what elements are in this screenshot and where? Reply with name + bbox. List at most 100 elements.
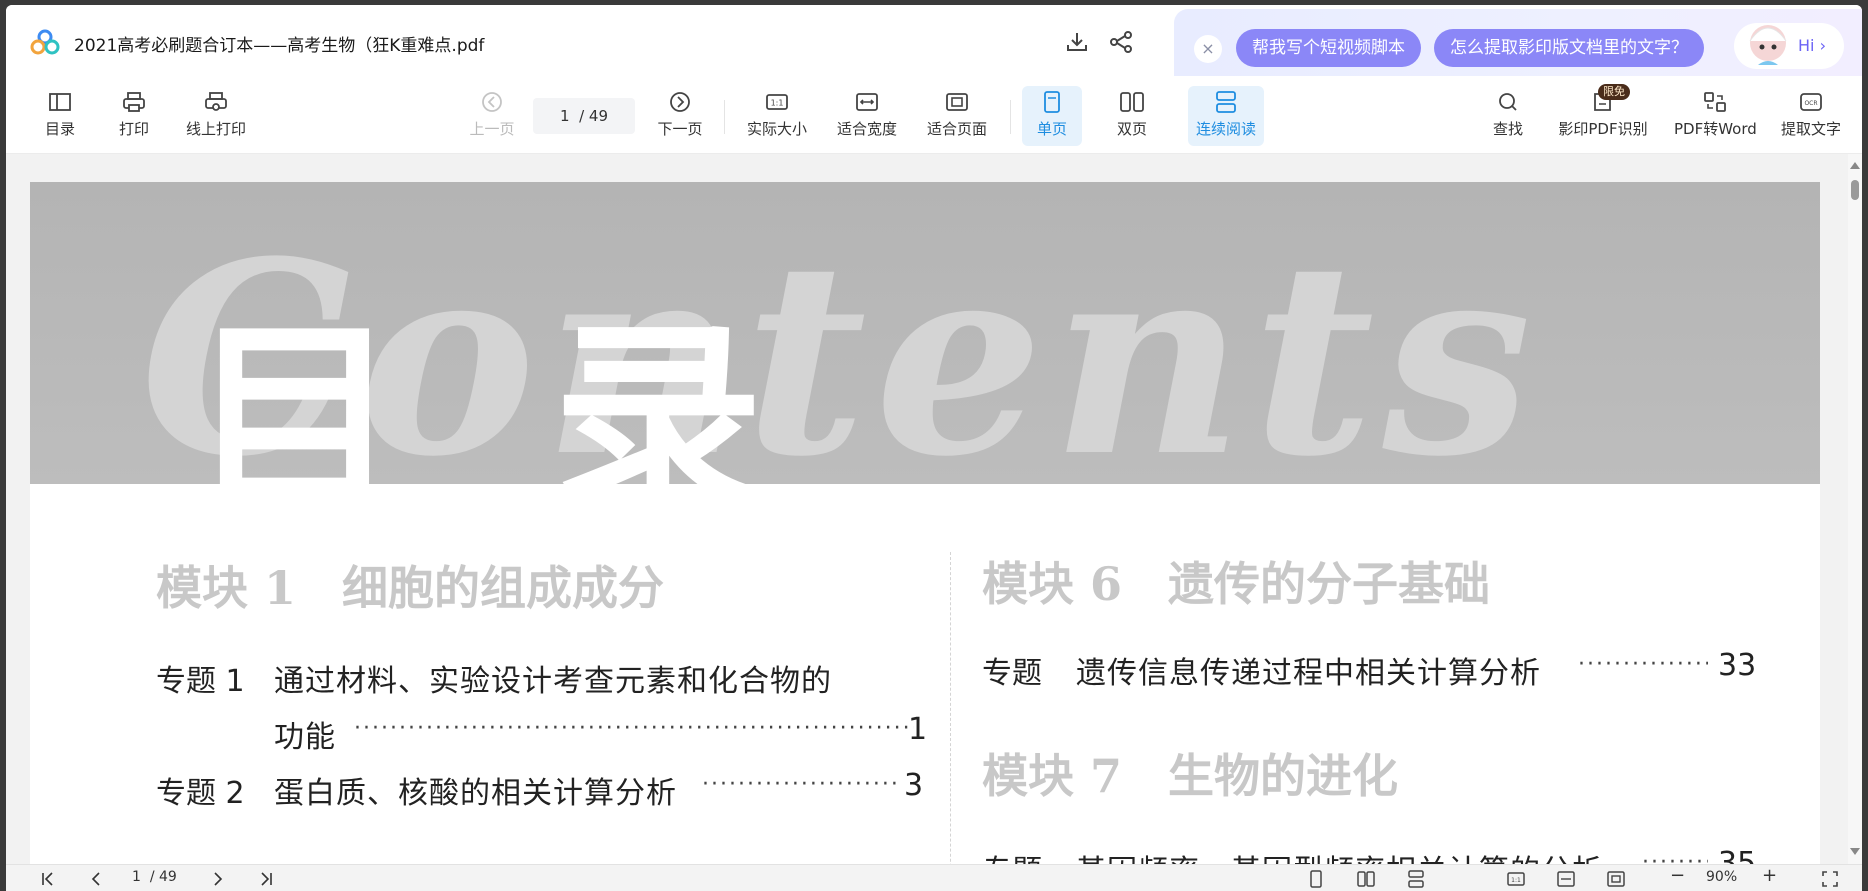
fit-page-button[interactable]: 适合页面 bbox=[922, 86, 992, 146]
extract-text-label: 提取文字 bbox=[1780, 120, 1841, 138]
zoom-out-button[interactable]: − bbox=[1670, 865, 1685, 886]
continuous-label: 连续阅读 bbox=[1195, 120, 1256, 138]
topic-page-number: 3 bbox=[904, 768, 924, 803]
prev-page-label: 上一页 bbox=[469, 120, 515, 138]
single-page-small-icon[interactable] bbox=[1306, 869, 1326, 889]
actual-size-icon: 1:1 bbox=[766, 94, 788, 110]
scroll-down-arrow[interactable] bbox=[1850, 848, 1860, 855]
ai-suggestion-chip[interactable]: 怎么提取影印版文档里的文字？ bbox=[1434, 29, 1704, 67]
last-page-icon[interactable] bbox=[256, 869, 276, 889]
topic-page-number: 35 bbox=[1718, 846, 1757, 864]
zoom-level[interactable]: 90% bbox=[1706, 869, 1737, 885]
pdf-word-icon bbox=[1704, 92, 1726, 112]
module-heading: 模块 7 生物的进化 bbox=[982, 749, 1399, 803]
svg-text:1:1: 1:1 bbox=[771, 99, 784, 108]
fit-width-button[interactable]: 适合宽度 bbox=[832, 86, 902, 146]
next-page-label: 下一页 bbox=[657, 120, 703, 138]
actual-size-button[interactable]: 1:1 实际大小 bbox=[742, 86, 812, 146]
ai-suggestion-chip[interactable]: 帮我写个短视频脚本 bbox=[1236, 29, 1421, 67]
free-badge: 限免 bbox=[1598, 84, 1630, 100]
double-page-button[interactable]: 双页 bbox=[1102, 86, 1162, 146]
topic-text-continued: 功能 bbox=[274, 720, 336, 755]
print-label: 打印 bbox=[118, 120, 149, 138]
fit-page-icon bbox=[946, 93, 968, 111]
app-logo-icon bbox=[30, 29, 60, 55]
prev-page-small-icon[interactable] bbox=[86, 869, 106, 889]
single-page-button[interactable]: 单页 bbox=[1022, 86, 1082, 146]
topic-label: 专题 bbox=[982, 656, 1042, 691]
fullscreen-icon[interactable] bbox=[1820, 869, 1840, 889]
vertical-scrollbar[interactable] bbox=[1848, 154, 1862, 864]
ai-hi-label: Hi bbox=[1798, 36, 1815, 55]
double-page-label: 双页 bbox=[1116, 120, 1147, 138]
print-button[interactable]: 打印 bbox=[114, 86, 154, 146]
document-viewport[interactable]: Contents 目 录 模块 1 细胞的组成成分 专题 1 通过材料、实验设计… bbox=[6, 154, 1848, 864]
pdf-viewer-window: 2021高考必刷题合订本——高考生物（狂K重难点.pdf × 帮我写个短视频脚本… bbox=[6, 5, 1862, 891]
double-page-small-icon[interactable] bbox=[1356, 869, 1376, 889]
fit-width-small-icon[interactable] bbox=[1556, 869, 1576, 889]
pdf-page: Contents 目 录 模块 1 细胞的组成成分 专题 1 通过材料、实验设计… bbox=[30, 182, 1820, 864]
leader-dots: ·································· bbox=[702, 772, 902, 797]
topic-page-number: 33 bbox=[1718, 648, 1757, 683]
single-page-icon bbox=[1044, 91, 1060, 113]
ai-assistant-panel: × 帮我写个短视频脚本 怎么提取影印版文档里的文字？ Hi › bbox=[1174, 9, 1862, 79]
find-label: 查找 bbox=[1492, 120, 1523, 138]
online-print-label: 线上打印 bbox=[185, 120, 246, 138]
page-total: / 49 bbox=[579, 107, 608, 125]
page-number-input[interactable]: 1 / 49 bbox=[533, 98, 635, 134]
fit-page-small-icon[interactable] bbox=[1606, 869, 1626, 889]
toc-button[interactable]: 目录 bbox=[34, 86, 86, 146]
share-icon[interactable] bbox=[1108, 29, 1134, 55]
leader-dots: ····················· bbox=[1578, 652, 1708, 677]
find-button[interactable]: 查找 bbox=[1490, 86, 1526, 146]
module-heading: 模块 1 细胞的组成成分 bbox=[156, 561, 665, 615]
zoom-in-button[interactable]: + bbox=[1762, 865, 1777, 886]
print-icon bbox=[123, 92, 145, 112]
next-page-button[interactable]: 下一页 bbox=[654, 86, 706, 146]
topic-text: 通过材料、实验设计考查元素和化合物的 bbox=[274, 664, 832, 699]
online-print-icon bbox=[205, 92, 227, 111]
ocr-pdf-button[interactable]: 限免 影印PDF识别 bbox=[1558, 84, 1648, 146]
next-page-small-icon[interactable] bbox=[208, 869, 228, 889]
toc-icon bbox=[49, 93, 71, 111]
statusbar-page-indicator[interactable]: 1 / 49 bbox=[132, 869, 177, 885]
extract-text-button[interactable]: OCR 提取文字 bbox=[1778, 86, 1844, 146]
topic-label: 专题 bbox=[982, 846, 1042, 864]
topic-text: 遗传信息传递过程中相关计算分析 bbox=[1076, 656, 1541, 691]
ai-hi-button[interactable]: Hi › bbox=[1734, 23, 1844, 69]
pdf-to-word-label: PDF转Word bbox=[1674, 120, 1757, 138]
svg-text:OCR: OCR bbox=[1804, 100, 1817, 107]
main-toolbar: 目录 打印 线上打印 上一页 1 / 49 下一页 1:1 实际大小 适合宽度 bbox=[6, 76, 1862, 154]
toolbar-divider bbox=[1010, 100, 1011, 134]
scroll-up-arrow[interactable] bbox=[1850, 162, 1860, 169]
ai-close-button[interactable]: × bbox=[1194, 35, 1222, 63]
continuous-read-button[interactable]: 连续阅读 bbox=[1188, 86, 1264, 146]
extract-text-icon: OCR bbox=[1800, 93, 1822, 111]
scrollbar-thumb[interactable] bbox=[1851, 180, 1859, 200]
prev-page-button[interactable]: 上一页 bbox=[466, 86, 518, 146]
topic-text: 蛋白质、核酸的相关计算分析 bbox=[274, 776, 677, 811]
page-current: 1 bbox=[559, 107, 570, 125]
column-divider bbox=[950, 552, 951, 864]
assistant-avatar bbox=[1749, 25, 1787, 65]
first-page-icon[interactable] bbox=[38, 869, 58, 889]
prev-page-icon bbox=[482, 92, 502, 112]
fit-width-label: 适合宽度 bbox=[836, 120, 897, 138]
toc-label: 目录 bbox=[44, 120, 75, 138]
fit-width-icon bbox=[856, 93, 878, 111]
continuous-icon bbox=[1216, 91, 1236, 113]
leader-dots: ········································… bbox=[354, 716, 914, 741]
pdf-to-word-button[interactable]: PDF转Word bbox=[1674, 86, 1757, 146]
module-heading: 模块 6 遗传的分子基础 bbox=[982, 557, 1491, 611]
title-bar: 2021高考必刷题合订本——高考生物（狂K重难点.pdf × 帮我写个短视频脚本… bbox=[6, 5, 1862, 79]
topic-page-number: 1 bbox=[908, 712, 928, 747]
online-print-button[interactable]: 线上打印 bbox=[182, 86, 250, 146]
download-icon[interactable] bbox=[1064, 29, 1090, 55]
double-page-icon bbox=[1120, 92, 1144, 112]
toolbar-divider bbox=[724, 100, 725, 134]
next-page-icon bbox=[670, 92, 690, 112]
topic-label: 专题 1 bbox=[156, 664, 245, 699]
continuous-small-icon[interactable] bbox=[1406, 869, 1426, 889]
svg-text:1:1: 1:1 bbox=[1511, 877, 1521, 884]
actual-size-small-icon[interactable]: 1:1 bbox=[1506, 869, 1526, 889]
